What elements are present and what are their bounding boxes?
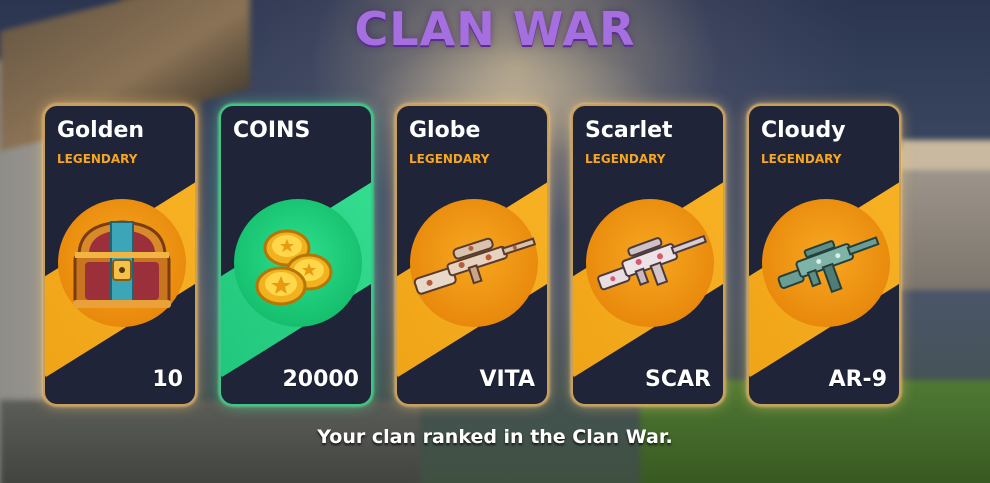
reward-card-globe[interactable]: Globe LEGENDARY VITA: [395, 104, 549, 406]
ranking-message: Your clan ranked in the Clan War.: [317, 426, 673, 448]
reward-name: Globe: [409, 118, 481, 143]
reward-rarity: LEGENDARY: [585, 152, 666, 166]
page-title: CLAN WAR: [354, 2, 636, 56]
reward-rarity: LEGENDARY: [57, 152, 138, 166]
reward-amount: 10: [152, 367, 183, 392]
reward-amount: 20000: [282, 367, 359, 392]
reward-card-scarlet[interactable]: Scarlet LEGENDARY SCAR: [571, 104, 725, 406]
treasure-chest-icon: [73, 220, 171, 308]
background-house-roof: [900, 140, 990, 170]
reward-card-golden[interactable]: Golden LEGENDARY 10: [43, 104, 197, 406]
clan-war-screen: CLAN WAR Golden LEGENDARY 10 COINS 20000…: [0, 0, 990, 483]
reward-amount: AR-9: [828, 367, 887, 392]
assault-rifle-icon: [597, 234, 708, 291]
reward-rarity: LEGENDARY: [761, 152, 842, 166]
sniper-rifle-icon: [413, 237, 537, 295]
reward-amount: VITA: [479, 367, 535, 392]
reward-amount: SCAR: [645, 367, 711, 392]
reward-card-cloudy[interactable]: Cloudy LEGENDARY AR-9: [747, 104, 901, 406]
reward-rarity: LEGENDARY: [409, 152, 490, 166]
reward-name: Cloudy: [761, 118, 846, 143]
reward-name: COINS: [233, 118, 311, 143]
reward-card-coins[interactable]: COINS 20000: [219, 104, 373, 406]
smg-icon: [777, 236, 880, 294]
reward-name: Golden: [57, 118, 145, 143]
reward-name: Scarlet: [585, 118, 673, 143]
coins-icon: [255, 229, 333, 306]
